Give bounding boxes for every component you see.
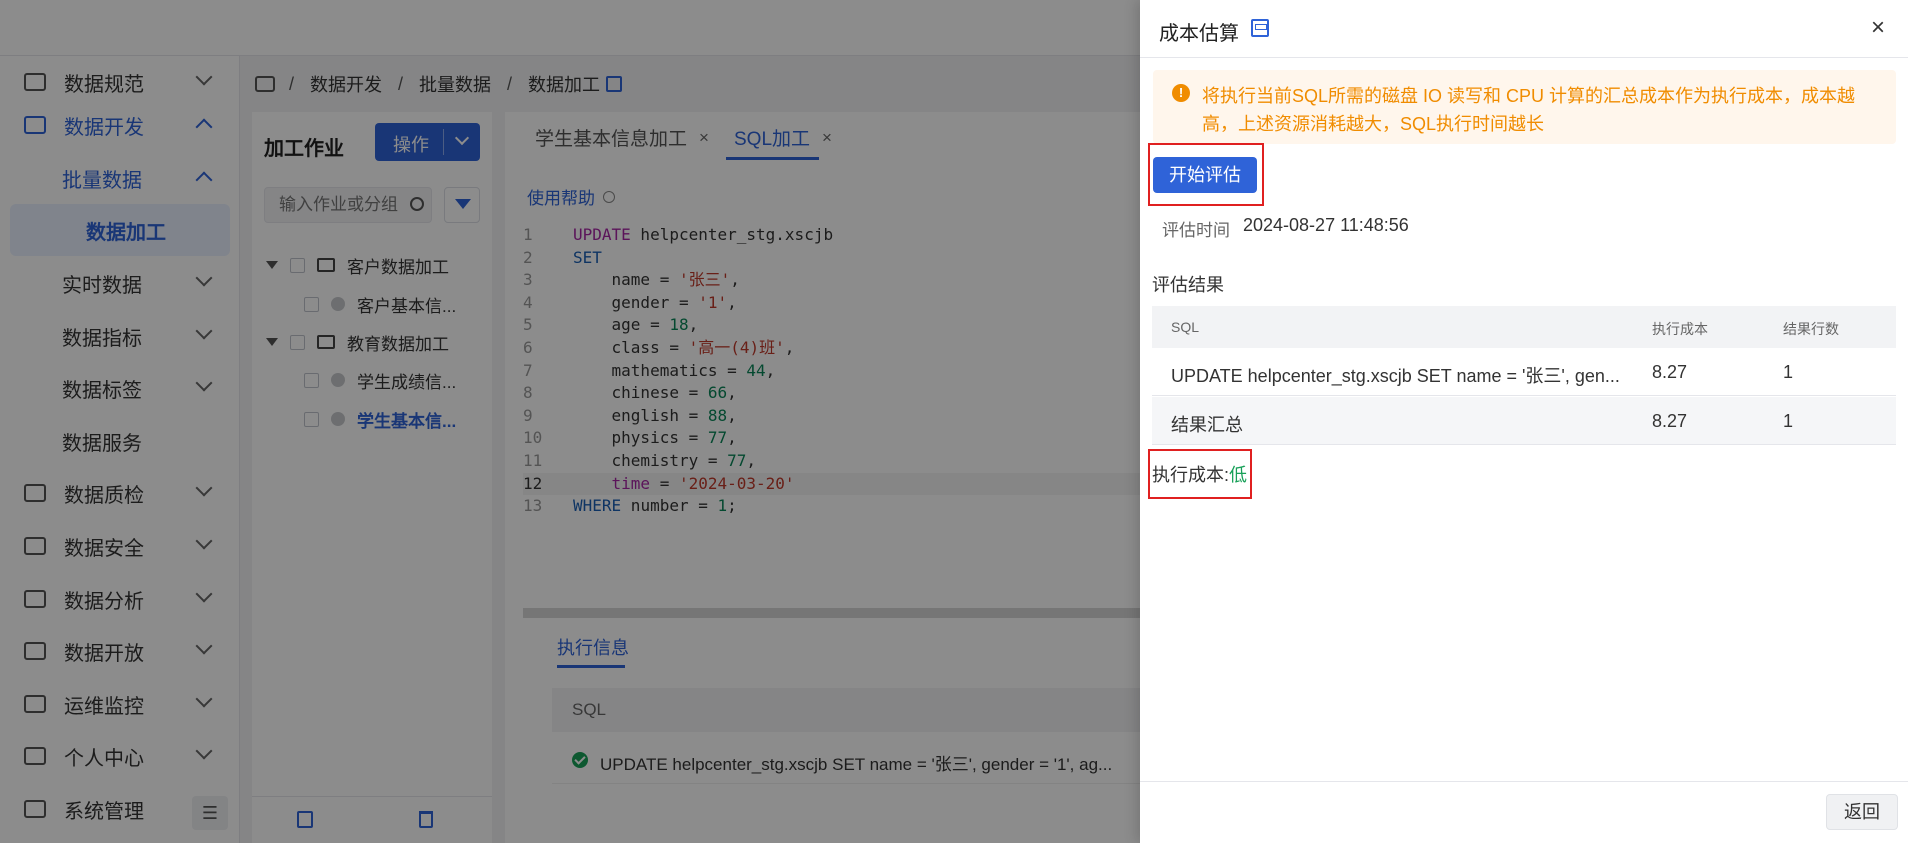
table-cell: 8.27 (1652, 411, 1688, 431)
table-cell: 1 (1783, 411, 1794, 431)
column-header: SQL (1171, 319, 1200, 335)
highlight-box (1148, 449, 1252, 499)
close-icon[interactable]: × (1866, 16, 1890, 40)
drawer-title: 成本估算 (1159, 23, 1239, 45)
warning-icon: ! (1172, 84, 1190, 102)
table-row-summary: 结果汇总 8.27 1 (1152, 397, 1896, 445)
alert-text: 将执行当前SQL所需的磁盘 IO 读写和 CPU 计算的汇总成本作为执行成本，成… (1202, 86, 1856, 134)
drawer-footer: 返回 (1140, 781, 1908, 843)
cost-estimation-drawer: 成本估算 × ! 将执行当前SQL所需的磁盘 IO 读写和 CPU 计算的汇总成… (1140, 0, 1908, 843)
box-icon[interactable] (1251, 19, 1269, 37)
table-cell: UPDATE helpcenter_stg.xscjb SET name = '… (1171, 366, 1620, 386)
highlight-box (1148, 143, 1264, 206)
evaluation-time-label: 评估时间 (1162, 221, 1230, 240)
table-cell: 8.27 (1652, 362, 1688, 382)
drawer-header: 成本估算 × (1140, 0, 1908, 58)
result-table-header: SQL 执行成本 结果行数 (1152, 306, 1896, 348)
table-row: UPDATE helpcenter_stg.xscjb SET name = '… (1152, 348, 1896, 396)
back-button[interactable]: 返回 (1826, 794, 1898, 830)
info-alert: ! 将执行当前SQL所需的磁盘 IO 读写和 CPU 计算的汇总成本作为执行成本… (1153, 70, 1896, 144)
evaluation-result-label: 评估结果 (1152, 275, 1224, 295)
column-header: 结果行数 (1783, 321, 1839, 337)
table-cell: 结果汇总 (1171, 415, 1243, 435)
table-cell: 1 (1783, 362, 1794, 382)
evaluation-time-value: 2024-08-27 11:48:56 (1243, 215, 1409, 235)
column-header: 执行成本 (1652, 321, 1708, 337)
